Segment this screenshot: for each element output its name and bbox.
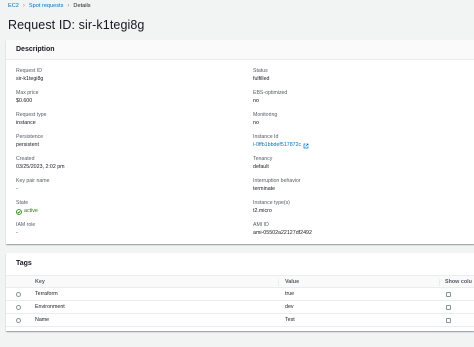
tag-value: Test [285, 317, 295, 323]
table-row[interactable]: Environment dev [6, 301, 474, 314]
row-select-radio[interactable] [16, 304, 21, 310]
field-label: Instance Id [253, 134, 279, 140]
field-label: Persistence [16, 134, 44, 140]
field-label: Request ID [16, 68, 42, 74]
field-label: IAM role [16, 222, 36, 228]
breadcrumb-separator: › [67, 3, 70, 9]
field-ebs-optimized: EBS-optimized no [253, 90, 287, 105]
show-column-checkbox[interactable] [446, 304, 451, 310]
state-value: active [24, 208, 38, 214]
table-row[interactable]: Terraform true [6, 288, 474, 301]
tag-key: Environment [35, 304, 65, 310]
field-value: - [16, 186, 18, 192]
instance-id-link[interactable]: i-0ffb1bbdef517872c [253, 142, 309, 149]
field-key-pair-name: Key pair name - [16, 178, 49, 193]
column-header-key[interactable]: Key [35, 276, 45, 287]
field-value: instance [16, 120, 36, 126]
field-label: Max price [16, 90, 39, 96]
field-value: fulfilled [253, 76, 270, 82]
field-label: State [16, 200, 29, 206]
field-label: EBS-optimized [253, 90, 288, 96]
breadcrumb: EC2 › Spot requests › Details [8, 3, 91, 9]
instance-id-value[interactable]: i-0ffb1bbdef517872c [253, 142, 301, 149]
column-header-show-column[interactable]: Show colu [445, 276, 472, 287]
tags-table: Key Value Show colu Terraform true Envir… [6, 275, 474, 327]
tag-value: dev [285, 304, 294, 310]
field-max-price: Max price $0.600 [16, 90, 39, 105]
field-state: State active [16, 200, 38, 215]
field-value: 03/25/2023, 2:02 pm [16, 164, 65, 170]
field-ami-id: AMI ID ami-05502a22127df2492 [253, 222, 312, 237]
field-value: persistent [16, 142, 39, 148]
field-tenancy: Tenancy default [253, 156, 272, 171]
field-interruption-behavior: Interruption behavior terminate [253, 178, 301, 193]
column-header-value[interactable]: Value [285, 276, 299, 287]
field-request-type: Request type instance [16, 112, 47, 127]
show-column-checkbox[interactable] [446, 317, 451, 323]
column-divider[interactable] [278, 279, 279, 286]
tag-key: Name [35, 317, 50, 323]
row-select-radio[interactable] [16, 317, 21, 323]
field-value: sir-k1tegi8g [16, 76, 44, 82]
row-select-radio[interactable] [16, 291, 21, 297]
field-value: $0.600 [16, 98, 33, 104]
field-label: Tenancy [253, 156, 273, 162]
description-panel: Description Request ID sir-k1tegi8g Max … [6, 40, 474, 244]
field-value: - [16, 230, 18, 236]
field-value: no [253, 98, 259, 104]
field-monitoring: Monitoring no [253, 112, 277, 127]
field-value: active [16, 208, 38, 215]
page-title: Request ID: sir-k1tegi8g [8, 18, 145, 32]
field-value: no [253, 120, 259, 126]
tags-panel: Tags Key Value Show colu Terraform true … [6, 253, 474, 331]
field-value: terminate [253, 186, 276, 192]
field-instance-id: Instance Id i-0ffb1bbdef517872c [253, 134, 309, 149]
tag-key: Terraform [35, 291, 58, 297]
description-header: Description [6, 40, 474, 60]
breadcrumb-separator: › [22, 3, 25, 9]
field-label: Created [16, 156, 35, 162]
field-label: Instance type(s) [253, 200, 290, 206]
success-check-icon [16, 208, 22, 215]
table-row[interactable]: Name Test [6, 314, 474, 327]
field-request-id: Request ID sir-k1tegi8g [16, 68, 43, 83]
field-created: Created 03/25/2023, 2:02 pm [16, 156, 65, 171]
show-column-checkbox[interactable] [446, 291, 451, 297]
field-label: Key pair name [16, 178, 50, 184]
field-label: AMI ID [253, 222, 269, 228]
field-label: Status [253, 68, 268, 74]
field-label: Interruption behavior [253, 178, 301, 184]
breadcrumb-current: Details [73, 3, 91, 9]
field-label: Monitoring [253, 112, 278, 118]
field-value: default [253, 164, 269, 170]
tags-table-header: Key Value Show colu [6, 275, 474, 288]
field-instance-types: Instance type(s) t2.micro [253, 200, 290, 215]
field-value: t2.micro [253, 208, 272, 214]
field-persistence: Persistence persistent [16, 134, 43, 149]
field-value: ami-05502a22127df2492 [253, 230, 312, 236]
tag-value: true [285, 291, 295, 297]
breadcrumb-spot-requests-link[interactable]: Spot requests [29, 3, 64, 9]
column-divider[interactable] [439, 279, 440, 286]
field-iam-role: IAM role - [16, 222, 35, 237]
external-link-icon[interactable] [303, 143, 309, 149]
tags-header: Tags [6, 253, 474, 273]
field-label: Request type [16, 112, 47, 118]
field-status: Status fulfilled [253, 68, 270, 83]
breadcrumb-ec2-link[interactable]: EC2 [8, 3, 19, 9]
